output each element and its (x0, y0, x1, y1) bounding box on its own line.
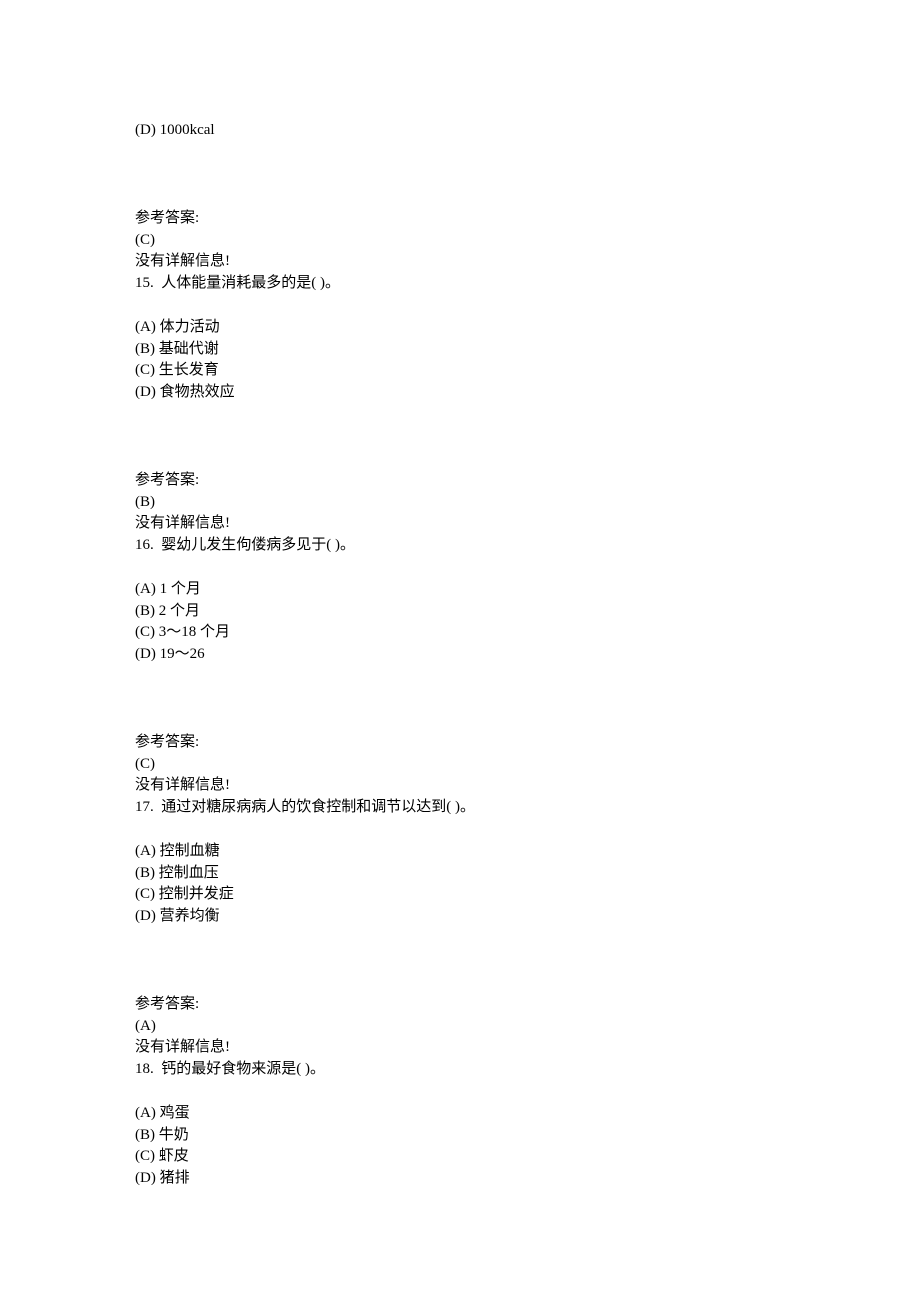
q15-stem: 15. 人体能量消耗最多的是( )。 (135, 273, 785, 295)
q17-answer-label: 参考答案: (135, 994, 785, 1016)
q15-option-a: (A) 体力活动 (135, 317, 785, 339)
q16-option-b: (B) 2 个月 (135, 601, 785, 623)
q16-option-a: (A) 1 个月 (135, 579, 785, 601)
q17-stem: 17. 通过对糖尿病病人的饮食控制和调节以达到( )。 (135, 797, 785, 819)
q17-option-b: (B) 控制血压 (135, 863, 785, 885)
q16-option-d: (D) 19～26 (135, 644, 785, 666)
q17-option-a: (A) 控制血糖 (135, 841, 785, 863)
q18-stem: 18. 钙的最好食物来源是( )。 (135, 1059, 785, 1081)
q16-answer: (C) (135, 754, 785, 776)
q14-answer: (C) (135, 230, 785, 252)
q16-stem: 16. 婴幼儿发生佝偻病多见于( )。 (135, 535, 785, 557)
q16-option-c: (C) 3～18 个月 (135, 622, 785, 644)
q18-option-b: (B) 牛奶 (135, 1125, 785, 1147)
q16-no-explanation: 没有详解信息! (135, 775, 785, 797)
q18-option-a: (A) 鸡蛋 (135, 1103, 785, 1125)
q15-option-c: (C) 生长发育 (135, 360, 785, 382)
q18-option-c: (C) 虾皮 (135, 1146, 785, 1168)
q17-option-d: (D) 营养均衡 (135, 906, 785, 928)
q14-no-explanation: 没有详解信息! (135, 251, 785, 273)
q16-answer-label: 参考答案: (135, 732, 785, 754)
q18-option-d: (D) 猪排 (135, 1168, 785, 1190)
q15-no-explanation: 没有详解信息! (135, 513, 785, 535)
q15-answer: (B) (135, 492, 785, 514)
q17-no-explanation: 没有详解信息! (135, 1037, 785, 1059)
q15-option-b: (B) 基础代谢 (135, 339, 785, 361)
q15-option-d: (D) 食物热效应 (135, 382, 785, 404)
q14-answer-label: 参考答案: (135, 208, 785, 230)
q17-option-c: (C) 控制并发症 (135, 884, 785, 906)
q17-answer: (A) (135, 1016, 785, 1038)
q15-answer-label: 参考答案: (135, 470, 785, 492)
q14-option-d: (D) 1000kcal (135, 120, 785, 142)
